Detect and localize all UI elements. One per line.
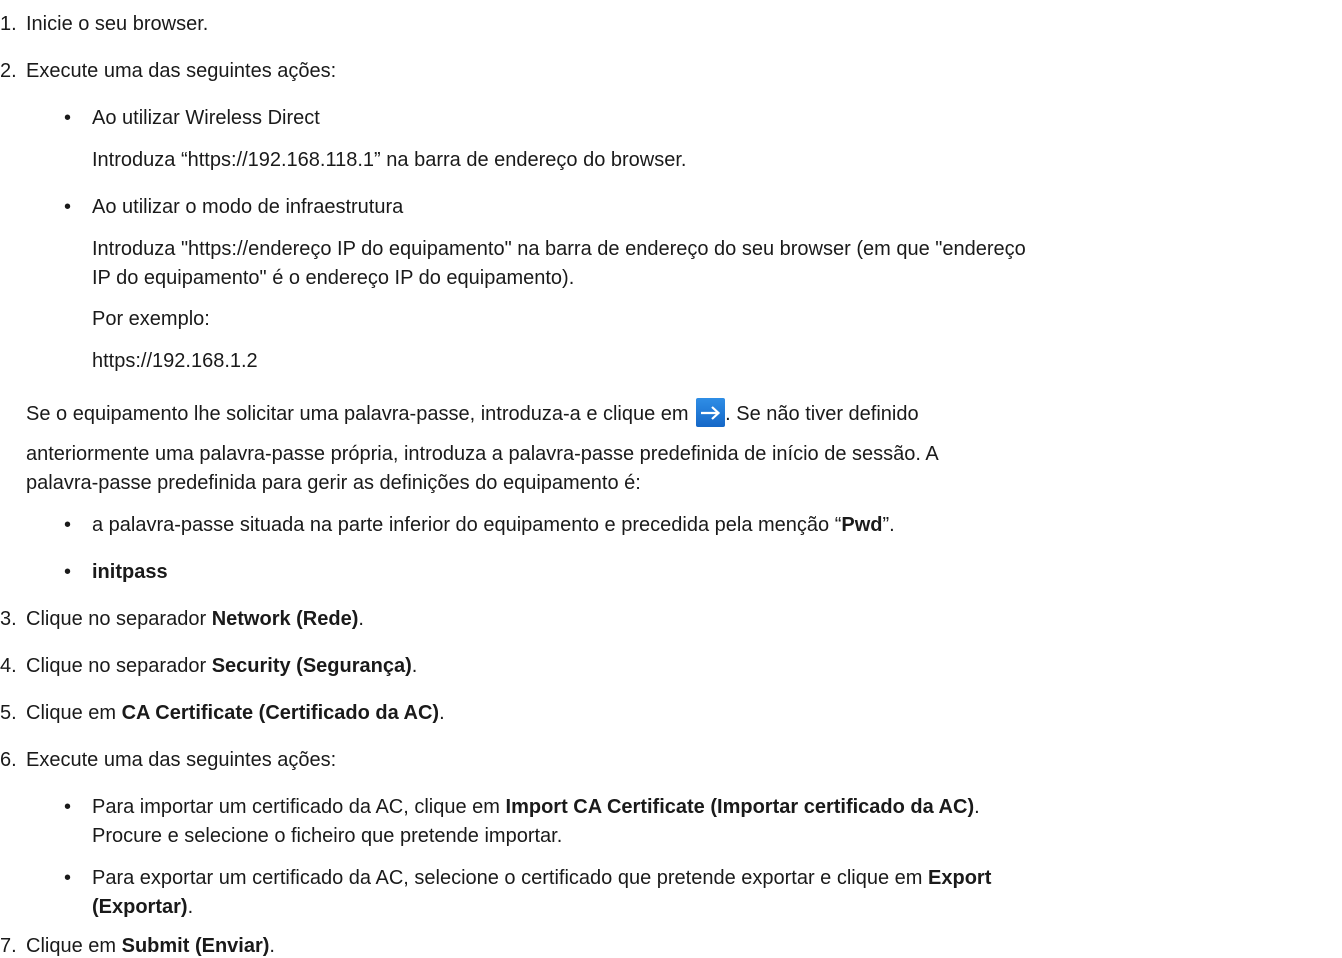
password-note-line: anteriormente uma palavra-passe própria,… [26, 443, 939, 465]
step-number: 3. [0, 608, 17, 630]
step-number: 5. [0, 702, 17, 724]
step-text: Execute uma das seguintes ações: [26, 749, 337, 771]
option-text: Para exportar um certificado da AC, sele… [92, 867, 992, 889]
password-note: Se o equipamento lhe solicitar uma palav… [26, 398, 919, 427]
option-text: Para importar um certificado da AC, cliq… [92, 796, 980, 818]
option-title: Ao utilizar o modo de infraestrutura [92, 196, 404, 218]
option-description: IP do equipamento" é o endereço IP do eq… [92, 267, 575, 289]
password-option: initpass [92, 561, 168, 583]
note-text: . Se não tiver definido [725, 403, 919, 425]
step-number: 1. [0, 13, 17, 35]
step-number: 7. [0, 935, 17, 957]
example-label: Por exemplo: [92, 308, 210, 330]
bullet: • [64, 514, 72, 536]
password-note-line: palavra-passe predefinida para gerir as … [26, 472, 641, 494]
password-option: a palavra-passe situada na parte inferio… [92, 514, 895, 536]
step-text: Execute uma das seguintes ações: [26, 60, 337, 82]
option-text: Procure e selecione o ficheiro que prete… [92, 825, 563, 847]
bullet: • [64, 107, 72, 129]
arrow-right-icon [696, 398, 726, 427]
bullet: • [64, 196, 72, 218]
option-description: Introduza "https://endereço IP do equipa… [92, 238, 1026, 260]
step-number: 4. [0, 655, 17, 677]
step-number: 6. [0, 749, 17, 771]
step-text: Clique no separador Security (Segurança)… [26, 655, 418, 677]
step-text: Clique em Submit (Enviar). [26, 935, 275, 957]
option-description: Introduza “https://192.168.118.1” na bar… [92, 149, 687, 171]
bullet: • [64, 867, 72, 889]
instructions-document: 1. Inicie o seu browser. 2. Execute uma … [0, 0, 1342, 957]
example-value: https://192.168.1.2 [92, 350, 258, 372]
step-text: Clique em CA Certificate (Certificado da… [26, 702, 445, 724]
step-text: Inicie o seu browser. [26, 13, 209, 35]
step-text: Clique no separador Network (Rede). [26, 608, 364, 630]
bullet: • [64, 561, 72, 583]
step-number: 2. [0, 60, 17, 82]
bullet: • [64, 796, 72, 818]
note-text: Se o equipamento lhe solicitar uma palav… [26, 403, 689, 425]
option-text: (Exportar). [92, 896, 194, 918]
option-title: Ao utilizar Wireless Direct [92, 107, 320, 129]
